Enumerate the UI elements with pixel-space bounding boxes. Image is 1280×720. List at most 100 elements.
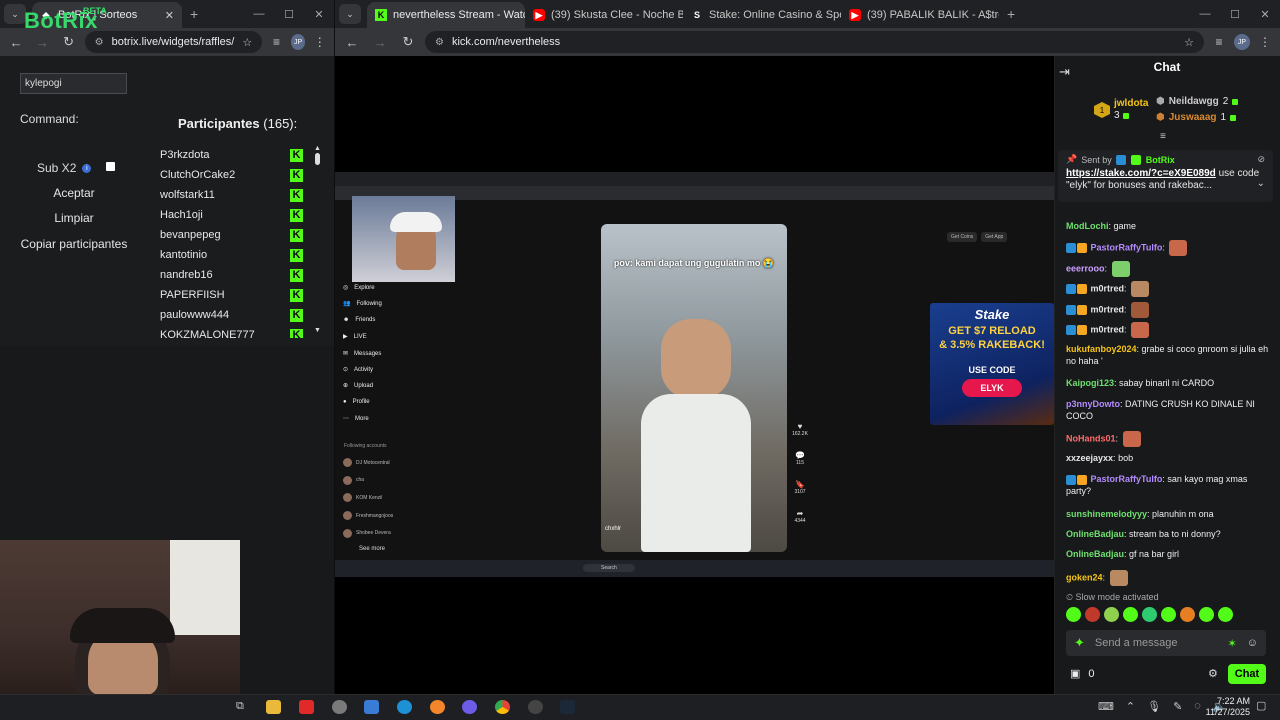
back-icon[interactable]: ← (341, 35, 363, 50)
tiktok-video[interactable]: pov: kami dapat ung gugulatin mo 😭 chxhl… (601, 224, 787, 552)
tab-youtube-pabalik[interactable]: ▶ (39) PABALIK BALIK - A$tro 🔊 ✕ (841, 2, 999, 28)
scroll-up-icon[interactable]: ▲ (313, 145, 322, 152)
sub-x2-checkbox[interactable] (106, 162, 115, 171)
steam-icon[interactable] (560, 700, 575, 714)
chat-username[interactable]: OnlineBadjau (1066, 529, 1124, 539)
chat-username[interactable]: eeerrooo (1066, 263, 1105, 273)
copy-participants-button[interactable]: Copiar participantes (18, 234, 130, 254)
chrome-icon[interactable] (495, 700, 510, 714)
pinned-user[interactable]: BotRix (1146, 155, 1175, 165)
reload-icon[interactable]: ↻ (58, 34, 78, 50)
maximize-icon[interactable]: ☐ (274, 8, 304, 21)
microphone-icon[interactable]: 🎙 (1147, 700, 1161, 713)
keyboard-icon[interactable]: ⌨ (1098, 700, 1114, 713)
pinned-message[interactable]: 📌 Sent by BotRix ⊘ https://stake.com/?c=… (1058, 150, 1273, 202)
quick-emote-icon[interactable] (1218, 607, 1233, 622)
quick-emote-icon[interactable] (1104, 607, 1119, 622)
back-icon[interactable]: ← (6, 35, 26, 50)
chat-username[interactable]: OnlineBadjau (1066, 549, 1124, 559)
chat-username[interactable]: xxzeejayxx (1066, 453, 1113, 463)
new-tab-icon[interactable]: + (190, 6, 198, 22)
chat-username[interactable]: ModLochi (1066, 221, 1109, 231)
participants-scrollbar[interactable]: ▲ ▼ (313, 145, 322, 338)
chat-send-button[interactable]: Chat (1228, 664, 1266, 684)
expand-pinned-icon[interactable]: ⌄ (1257, 178, 1265, 189)
url-field[interactable]: ⚙ kick.com/nevertheless ☆ (425, 31, 1204, 53)
emote-picker-icon[interactable]: ✶ (1228, 637, 1237, 650)
unpin-icon[interactable]: ⊘ (1257, 154, 1265, 165)
quick-emote-icon[interactable] (1085, 607, 1100, 622)
info-icon[interactable]: i (82, 163, 92, 173)
chat-username[interactable]: NoHands01 (1066, 433, 1116, 443)
tab-search-button[interactable]: ⌄ (339, 4, 361, 24)
get-coins-button[interactable]: Get Coins (947, 232, 978, 242)
clear-button[interactable]: Limpiar (20, 208, 128, 228)
quick-emote-icon[interactable] (1142, 607, 1157, 622)
tab-kick[interactable]: K nevertheless Stream - Watch Li ✕ (367, 2, 525, 28)
clock[interactable]: 7:22 AM 11/27/2025 (1200, 696, 1250, 718)
chat-username[interactable]: p3nnyDowto (1066, 399, 1120, 409)
chat-username[interactable]: m0rtred (1091, 304, 1125, 314)
url-field[interactable]: ⚙ botrix.live/widgets/raffles/ ☆ (84, 31, 263, 53)
menu-kebab-icon[interactable]: ⋮ (1256, 35, 1274, 49)
chat-username[interactable]: sunshinemelodyyy (1066, 509, 1147, 519)
emoji-icon[interactable]: ☺ (1247, 637, 1258, 649)
leader-name[interactable]: jwldota (1114, 98, 1148, 110)
obs-icon[interactable] (462, 700, 477, 714)
chat-username[interactable]: m0rtred (1091, 324, 1125, 334)
scroll-thumb[interactable] (315, 153, 320, 165)
maximize-icon[interactable]: ☐ (1220, 8, 1250, 21)
profile-avatar[interactable]: JP (290, 34, 306, 50)
chat-username[interactable]: m0rtred (1091, 283, 1125, 293)
task-view-icon[interactable]: ⧉ (236, 700, 251, 714)
get-app-button[interactable]: Get App (981, 232, 1008, 242)
close-window-icon[interactable]: ✕ (1250, 8, 1280, 21)
reload-icon[interactable]: ↻ (397, 34, 419, 50)
scroll-down-icon[interactable]: ▼ (313, 327, 322, 334)
tray-expand-icon[interactable]: ⌃ (1126, 700, 1135, 713)
bookmark-star-icon[interactable]: ☆ (1184, 36, 1194, 49)
stake-ad-banner[interactable]: Stake GET $7 RELOAD & 3.5% RAKEBACK! USE… (930, 303, 1054, 425)
accept-button[interactable]: Aceptar (20, 183, 128, 203)
app-dark-icon[interactable] (528, 700, 543, 714)
profile-avatar[interactable]: JP (1234, 34, 1250, 50)
chat-input[interactable]: ✦ Send a message ✶ ☺ (1066, 630, 1266, 656)
expand-leaderboard-icon[interactable]: ≡ (1160, 131, 1166, 142)
chat-username[interactable]: kukufanboy2024 (1066, 344, 1137, 354)
minimize-icon[interactable]: — (1190, 8, 1220, 21)
app-gray-icon[interactable] (332, 700, 347, 714)
file-explorer-icon[interactable] (266, 700, 281, 714)
calculator-icon[interactable] (364, 700, 379, 714)
minimize-icon[interactable]: — (244, 8, 274, 21)
site-info-icon[interactable]: ⚙ (95, 37, 104, 48)
forward-icon[interactable]: → (369, 35, 391, 50)
chat-settings-icon[interactable]: ⚙ (1208, 667, 1218, 680)
leader-name[interactable]: Juswaaag (1169, 112, 1217, 123)
media-controls-icon[interactable]: ≡ (1210, 35, 1228, 49)
quick-emote-icon[interactable] (1180, 607, 1195, 622)
forward-icon[interactable]: → (32, 35, 52, 50)
participants-list[interactable]: P3rkzdota K ClutchOrCake2 Kwolfstark11 K Hach… (145, 145, 313, 338)
quick-emote-icon[interactable] (1161, 607, 1176, 622)
pen-icon[interactable]: ✎ (1173, 700, 1182, 713)
site-info-icon[interactable]: ⚙ (435, 37, 444, 48)
media-controls-icon[interactable]: ≡ (268, 35, 285, 49)
chat-username[interactable]: PastorRaffyTulfo (1091, 474, 1163, 484)
new-tab-icon[interactable]: + (1007, 6, 1015, 22)
close-window-icon[interactable]: ✕ (304, 8, 334, 21)
pinned-link[interactable]: https://stake.com/?c=eX9E089d (1066, 168, 1216, 179)
channel-points[interactable]: ▣ 0 (1070, 667, 1095, 681)
leader-name[interactable]: Neildawgg (1169, 96, 1219, 107)
command-input[interactable] (20, 73, 127, 94)
quick-emote-icon[interactable] (1066, 607, 1081, 622)
chat-username[interactable]: Kaipogi123 (1066, 378, 1114, 388)
tab-stake[interactable]: S Stake: Online Casino & Sports ✕ (683, 2, 841, 28)
tab-youtube-skusta[interactable]: ▶ (39) Skusta Clee - Noche Buena ✕ (525, 2, 683, 28)
app-orange-icon[interactable] (430, 700, 445, 714)
chat-username[interactable]: PastorRaffyTulfo (1091, 242, 1163, 252)
quick-emote-icon[interactable] (1199, 607, 1214, 622)
stream-video[interactable]: ◎ Explore 👥 Following ☻ Friends ▶ LIVE ✉ Messages… (335, 172, 1054, 577)
tab-search-button[interactable]: ⌄ (4, 4, 26, 24)
notification-icon[interactable]: ▢ (1256, 699, 1266, 712)
bookmark-star-icon[interactable]: ☆ (242, 36, 252, 49)
